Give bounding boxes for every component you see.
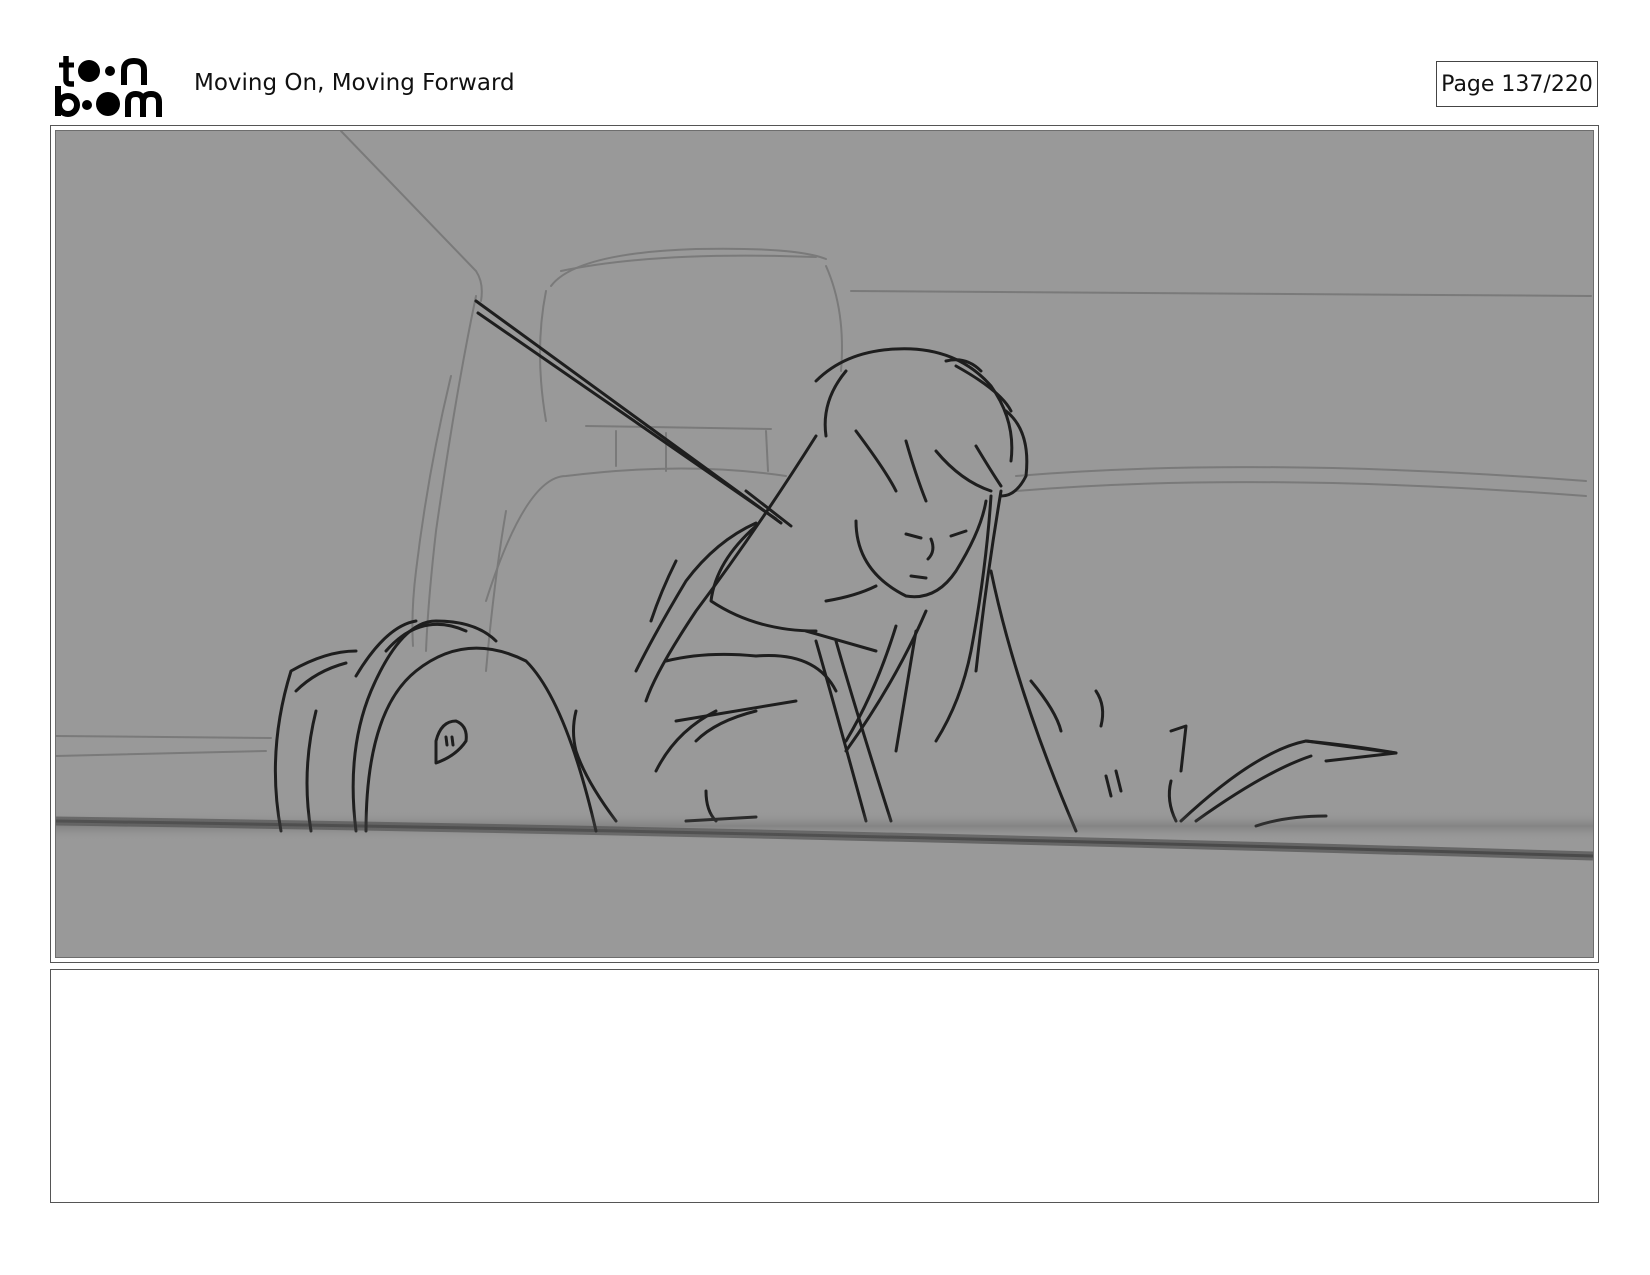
toonboom-logo-mark bbox=[55, 56, 162, 117]
notes-box bbox=[50, 969, 1599, 1203]
document-title: Moving On, Moving Forward bbox=[194, 70, 515, 96]
storyboard-sketch-icon bbox=[56, 131, 1593, 957]
page-number: Page 137/220 bbox=[1436, 61, 1598, 107]
notes-text bbox=[51, 970, 1598, 998]
toonboom-logo bbox=[54, 54, 172, 118]
panel-image bbox=[55, 130, 1594, 958]
